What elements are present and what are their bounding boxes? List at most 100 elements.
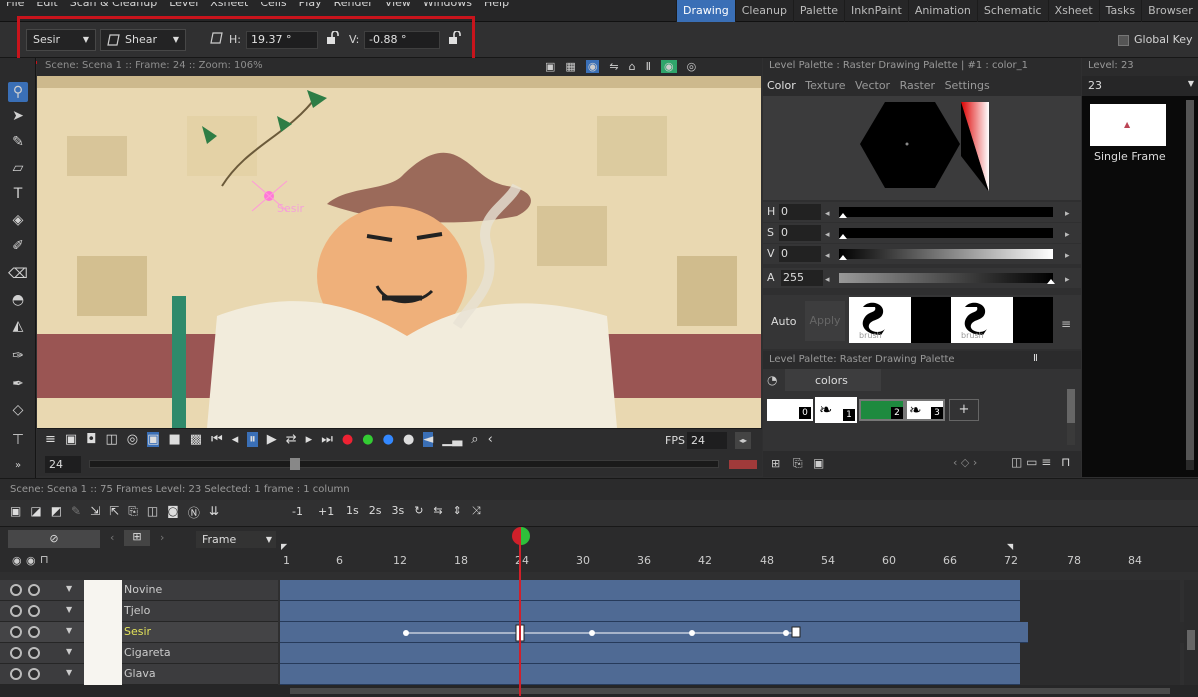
save-palette-icon[interactable]: ▣ — [813, 456, 824, 470]
eye-icon[interactable] — [10, 605, 22, 617]
increment-icon[interactable]: ⇕ — [453, 504, 462, 518]
style-picker-tool-icon[interactable]: ◭ — [8, 316, 28, 336]
xsheet-hscrollbar[interactable] — [0, 685, 1198, 697]
brush-tool-icon[interactable]: ✎ — [8, 132, 28, 152]
paint-brush-tool-icon[interactable]: ✐ — [8, 236, 28, 256]
random-icon[interactable]: ⤨ — [472, 504, 481, 518]
layer-row[interactable]: ▼ Sesir — [0, 622, 1198, 643]
eye-icon[interactable]: ◉ — [661, 60, 677, 73]
layer-header[interactable]: ▼ Glava — [0, 664, 278, 685]
level-combo[interactable]: 23 ▼ — [1082, 76, 1198, 96]
field-guide-icon[interactable]: ◎ — [127, 432, 138, 447]
prev-level-icon[interactable]: ‹ — [110, 531, 114, 544]
menu-file[interactable]: File — [6, 2, 24, 10]
rotate-icon[interactable]: ↻ — [414, 504, 423, 518]
fps-stepper[interactable]: ◂▸ — [735, 432, 751, 449]
layer-cells[interactable] — [280, 643, 1020, 664]
lock-icon[interactable]: ⊓ — [40, 553, 49, 566]
menu-help[interactable]: Help — [484, 2, 509, 10]
red-channel-icon[interactable]: ● — [342, 432, 353, 447]
room-schematic[interactable]: Schematic — [976, 0, 1048, 22]
chevron-down-icon[interactable]: ▼ — [66, 584, 72, 593]
menu-play[interactable]: Play — [299, 2, 322, 10]
lock-open-icon[interactable]: ⊓ — [1061, 455, 1070, 469]
room-palette[interactable]: Palette — [792, 0, 844, 22]
xsheet-vscrollbar[interactable] — [1184, 580, 1198, 685]
chevron-down-icon[interactable]: ▼ — [66, 605, 72, 614]
reframe-icon[interactable]: ◙ — [167, 504, 179, 521]
tape-tool-icon[interactable]: ◓ — [8, 290, 28, 310]
save-icon[interactable]: ▣ — [65, 432, 77, 447]
add-layer-icon[interactable]: ⊞ — [124, 530, 150, 546]
color-wheel[interactable] — [763, 96, 1081, 200]
menu-cells[interactable]: Cells — [260, 2, 286, 10]
blue-channel-icon[interactable]: ● — [383, 432, 394, 447]
palette2-scrollbar[interactable] — [1067, 389, 1075, 445]
chevron-down-icon[interactable]: ▼ — [66, 626, 72, 635]
chevron-down-icon[interactable]: ▼ — [66, 668, 72, 677]
layer-empty-cells[interactable] — [1020, 643, 1180, 664]
eye-icon[interactable] — [10, 584, 22, 596]
layer-row[interactable]: ▼ Novine — [0, 580, 1198, 601]
chip-1[interactable]: ❧ 1 — [815, 397, 857, 423]
skeleton-tool-icon[interactable]: ⊤ — [8, 430, 28, 450]
a-slider[interactable]: ◂ ▸ — [825, 271, 1075, 285]
more-tools-icon[interactable]: » — [8, 456, 28, 476]
camstand-icon[interactable] — [28, 647, 40, 659]
decrease-step-button[interactable]: -1 — [292, 505, 303, 518]
camstand-icon[interactable] — [28, 626, 40, 638]
frame-display-combo[interactable]: Frame ▼ — [196, 531, 276, 548]
eye-icon[interactable] — [10, 626, 22, 638]
layer-header[interactable]: ▼ Tjelo — [0, 601, 278, 622]
menu-edit[interactable]: Edit — [36, 2, 57, 10]
original-style-swatch[interactable]: brush — [951, 297, 1013, 343]
tab-colors[interactable]: colors — [785, 369, 881, 391]
menu-render[interactable]: Render — [334, 2, 373, 10]
v-value[interactable]: 0 — [779, 246, 821, 262]
alpha-channel-icon[interactable]: ● — [403, 432, 414, 447]
add-style-button[interactable]: + — [949, 399, 979, 421]
eye-icon[interactable]: ◉ — [12, 554, 22, 567]
snapshot-icon[interactable]: ◘ — [86, 432, 96, 447]
freeze-icon[interactable]: Ⅱ — [1033, 353, 1038, 364]
field-guide-icon[interactable]: ◎ — [687, 60, 697, 73]
global-key-checkbox[interactable] — [1118, 35, 1129, 46]
menu-level[interactable]: Level — [169, 2, 198, 10]
black-bg-icon[interactable]: ■ — [168, 432, 180, 447]
a-value[interactable]: 255 — [781, 270, 823, 286]
tab-vector[interactable]: Vector — [855, 79, 890, 92]
layer-empty-cells[interactable] — [1028, 622, 1188, 643]
frame-slider-handle[interactable] — [290, 458, 300, 470]
frame-field[interactable]: 24 — [45, 456, 81, 473]
layer-header[interactable]: ▼ Sesir — [0, 622, 278, 643]
tab-texture[interactable]: Texture — [805, 79, 845, 92]
swing-icon[interactable]: ⇆ — [433, 504, 442, 518]
lock-open-icon[interactable] — [448, 31, 462, 45]
layer-empty-cells[interactable] — [1020, 664, 1180, 685]
reframe-1s-icon[interactable]: 1s — [346, 504, 359, 518]
new-raster-level-icon[interactable]: ◩ — [51, 504, 62, 521]
auto-toggle[interactable]: Auto — [771, 315, 797, 328]
tab-color[interactable]: Color — [767, 79, 796, 92]
next-frame-icon[interactable]: ▸ — [306, 432, 313, 447]
s-value[interactable]: 0 — [779, 225, 821, 241]
flip-icon[interactable]: ⇋ — [609, 60, 618, 73]
mode-combo[interactable]: Shear ▼ — [100, 29, 186, 51]
tab-settings[interactable]: Settings — [945, 79, 990, 92]
layer-cells[interactable] — [280, 664, 1020, 685]
load-level-icon[interactable]: ⇲ — [90, 504, 100, 521]
xsheet-hscroll-thumb[interactable] — [290, 688, 1170, 694]
white-bg-icon[interactable]: ▣ — [147, 432, 160, 447]
chip-3[interactable]: ❧ 3 — [905, 399, 945, 421]
layer-name[interactable]: Tjelo — [124, 604, 150, 617]
viewer-canvas[interactable]: Sesir — [37, 76, 761, 428]
room-cleanup[interactable]: Cleanup — [734, 0, 793, 22]
playhead-marker[interactable] — [512, 527, 530, 551]
eye-icon[interactable] — [10, 647, 22, 659]
sort-icon[interactable]: ⇊ — [209, 504, 219, 521]
view-options-icon[interactable]: ◫ ▭ ≡ — [1011, 455, 1051, 469]
prev-frame-icon[interactable]: ◂ — [232, 432, 239, 447]
room-tasks[interactable]: Tasks — [1098, 0, 1141, 22]
layer-header[interactable]: ▼ Novine — [0, 580, 278, 601]
collapse-icon[interactable]: Ⓝ — [188, 504, 200, 521]
